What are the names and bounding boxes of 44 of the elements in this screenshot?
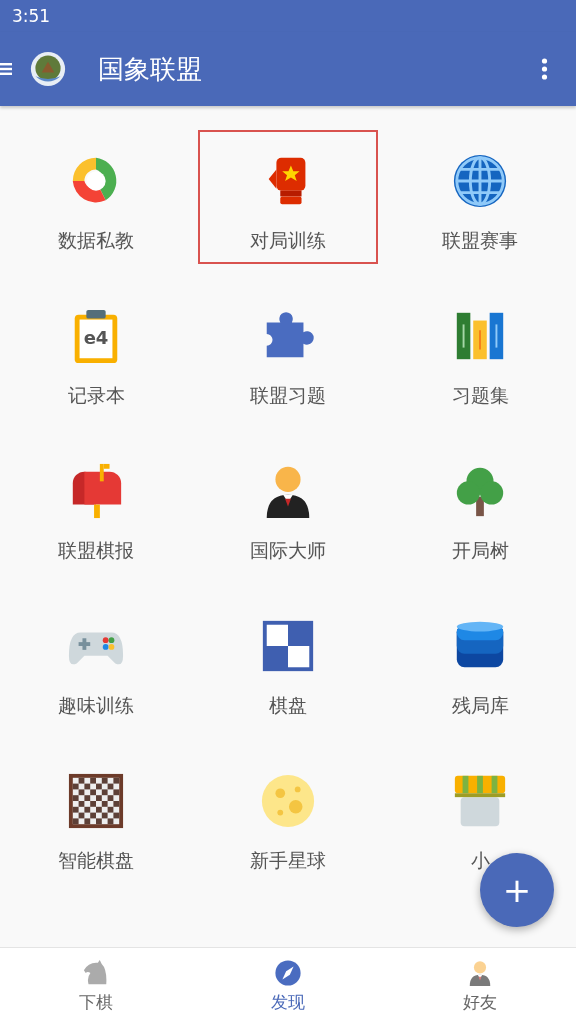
tile-label: 数据私教 <box>58 228 134 253</box>
feature-tile[interactable]: 新手星球 <box>198 750 378 884</box>
chessboard-icon <box>67 772 125 830</box>
feature-tile[interactable]: 棋盘 <box>198 595 378 729</box>
menu-icon[interactable] <box>0 62 12 76</box>
logo-icon <box>30 51 66 87</box>
nav-label: 发现 <box>271 990 305 1014</box>
tile-label: 智能棋盘 <box>58 848 134 873</box>
app-title: 国象联盟 <box>98 52 203 86</box>
tile-label: 棋盘 <box>269 693 307 718</box>
tile-label: 残局库 <box>451 693 509 718</box>
feature-tile[interactable]: 残局库 <box>390 595 570 729</box>
highlighted-tile[interactable]: 对局训练 <box>198 130 378 264</box>
status-time: 3:51 <box>12 6 51 26</box>
nav-tab[interactable]: 发现 <box>192 948 384 1024</box>
compass-icon <box>274 958 302 987</box>
globe-icon <box>451 152 509 210</box>
feature-tile[interactable]: 联盟习题 <box>198 285 378 419</box>
feature-tile[interactable]: 数据私教 <box>6 130 186 264</box>
feature-tile[interactable]: 习题集 <box>390 285 570 419</box>
nav-label: 下棋 <box>79 990 113 1014</box>
feature-tile[interactable]: 联盟棋报 <box>6 440 186 574</box>
tile-label: 联盟习题 <box>250 383 326 408</box>
tile-label: 习题集 <box>451 383 509 408</box>
tile-label: 联盟赛事 <box>442 228 518 253</box>
tile-label: 开局树 <box>451 538 509 563</box>
feature-tile[interactable]: 趣味训练 <box>6 595 186 729</box>
nav-label: 好友 <box>463 990 497 1014</box>
nav-tab[interactable]: 好友 <box>384 948 576 1024</box>
moon-icon <box>259 772 317 830</box>
nav-tab[interactable]: 下棋 <box>0 948 192 1024</box>
tile-label: 国际大师 <box>250 538 326 563</box>
feature-tile[interactable]: 智能棋盘 <box>6 750 186 884</box>
feature-tile[interactable]: 国际大师 <box>198 440 378 574</box>
more-icon[interactable] <box>541 58 548 80</box>
feature-tile[interactable]: 联盟赛事 <box>390 130 570 264</box>
tile-label: 对局训练 <box>250 228 326 253</box>
tile-label: 记录本 <box>67 383 125 408</box>
tile-label: 趣味训练 <box>58 693 134 718</box>
tile-label: 新手星球 <box>250 848 326 873</box>
tile-label: 联盟棋报 <box>58 538 134 563</box>
icon-text: e4 <box>82 327 110 348</box>
feature-tile[interactable]: 开局树 <box>390 440 570 574</box>
feature-tile[interactable]: e4 记录本 <box>6 285 186 419</box>
